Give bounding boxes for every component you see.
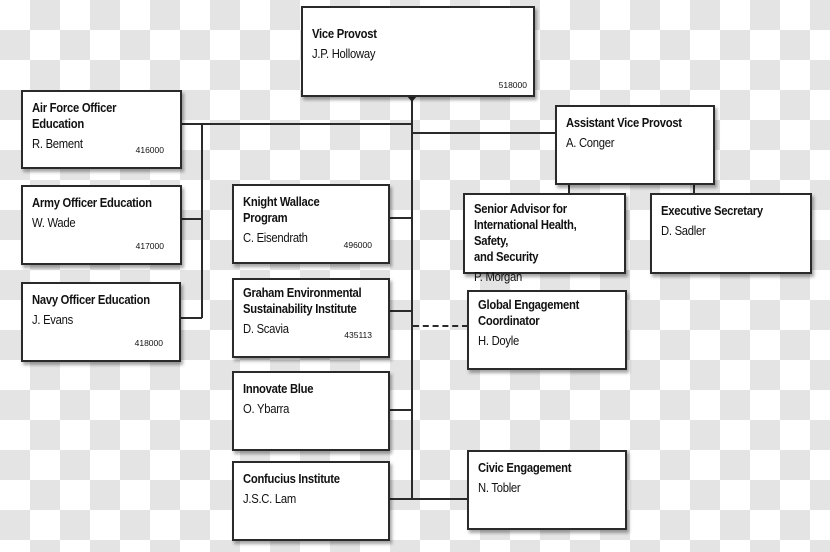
global-engagement-box[interactable]: Global Engagement Coordinator H. Doyle [467,290,627,370]
position-title: Executive Secretary [661,204,763,218]
position-title: Vice Provost [312,27,377,41]
army-box[interactable]: Army Officer Education W. Wade 417000 [21,185,182,265]
person-name: A. Conger [566,136,615,150]
unit-code: 417000 [135,241,164,251]
assistant-vice-provost-box[interactable]: Assistant Vice Provost A. Conger [555,105,715,185]
graham-connector [388,310,412,312]
position-title: Innovate Blue [243,382,314,396]
executive-secretary-box[interactable]: Executive Secretary D. Sadler [650,193,812,274]
knight-connector [388,217,412,219]
military-branch-line [180,123,413,125]
position-title: Graham Environmental Sustainability Inst… [243,286,362,316]
avp-connector [411,132,556,134]
knight-wallace-box[interactable]: Knight Wallace Program C. Eisendrath 496… [232,184,390,264]
senior-advisor-box[interactable]: Senior Advisor for International Health,… [463,193,626,284]
confucius-connector [388,498,468,500]
position-title: Senior Advisor for International Health,… [474,202,577,264]
innovate-connector [388,409,412,411]
unit-code: 496000 [343,240,372,250]
navy-box[interactable]: Navy Officer Education J. Evans 418000 [21,282,181,362]
air-force-box[interactable]: Air Force Officer Education R. Bement 41… [21,90,182,169]
person-name: O. Ybarra [243,402,290,416]
unit-code: 416000 [135,145,164,155]
graham-box[interactable]: Graham Environmental Sustainability Inst… [232,278,390,358]
army-connector [180,218,202,220]
person-name: P. Morgan [474,270,523,284]
global-dashed-connector [413,325,468,327]
military-vertical-line [201,123,203,318]
position-title: Assistant Vice Provost [566,116,682,130]
vice-provost-box[interactable]: Vice Provost J.P. Holloway 518000 [301,6,535,97]
person-name: J. Evans [32,313,73,327]
person-name: H. Doyle [478,334,519,348]
person-name: W. Wade [32,216,76,230]
position-title: Navy Officer Education [32,293,150,307]
person-name: N. Tobler [478,481,521,495]
position-title: Air Force Officer Education [32,101,117,131]
navy-connector [180,317,202,319]
person-name: J.S.C. Lam [243,492,296,506]
unit-code: 518000 [498,80,527,90]
unit-code: 435113 [344,330,372,340]
civic-engagement-box[interactable]: Civic Engagement N. Tobler [467,450,627,530]
person-name: J.P. Holloway [312,47,376,61]
position-title: Civic Engagement [478,461,572,475]
position-title: Confucius Institute [243,472,340,486]
confucius-box[interactable]: Confucius Institute J.S.C. Lam [232,461,390,541]
innovate-blue-box[interactable]: Innovate Blue O. Ybarra [232,371,390,451]
person-name: D. Sadler [661,224,706,238]
position-title: Army Officer Education [32,196,152,210]
position-title: Global Engagement Coordinator [478,298,580,328]
position-title: Knight Wallace Program [243,195,320,225]
unit-code: 418000 [134,338,163,348]
